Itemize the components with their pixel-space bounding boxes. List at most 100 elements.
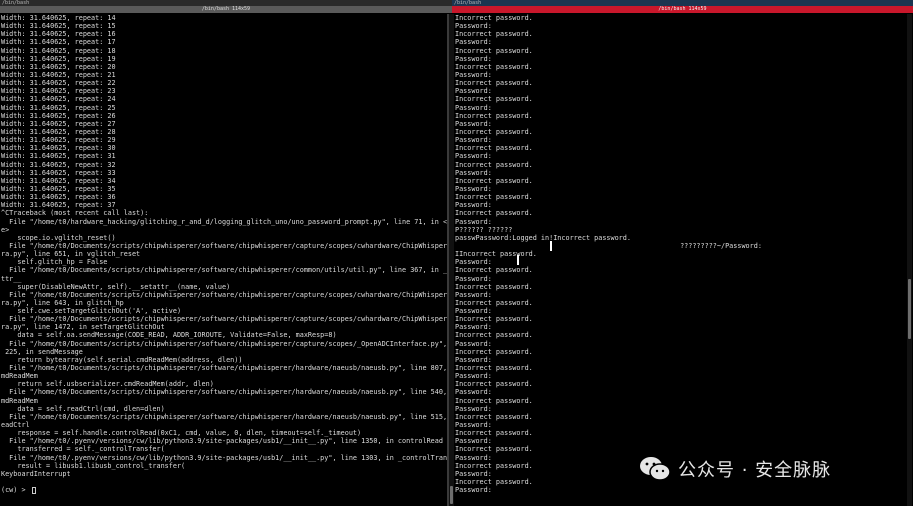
left-terminal-line: Width: 31.640625, repeat: 16 (1, 30, 116, 39)
right-terminal-line: Incorrect password. (455, 331, 533, 340)
left-terminal-line: Width: 31.640625, repeat: 26 (1, 111, 116, 120)
right-terminal-line: Password: (455, 136, 492, 145)
right-terminal-line: Incorrect password. (455, 193, 533, 202)
right-terminal-line: Incorrect password. (455, 111, 533, 120)
left-terminal-line: Width: 31.640625, repeat: 15 (1, 22, 116, 31)
right-terminal-line: Incorrect password. (455, 364, 533, 373)
left-terminal-line: Width: 31.640625, repeat: 17 (1, 38, 116, 47)
right-terminal-line: Password: (455, 323, 492, 332)
left-terminal-line: Width: 31.640625, repeat: 31 (1, 152, 116, 161)
left-terminal-line: Width: 31.640625, repeat: 33 (1, 168, 116, 177)
left-terminal-line: File "/home/t0/Documents/scripts/chipwhi… (1, 241, 447, 250)
right-terminal-line: Password: (455, 372, 492, 381)
left-terminal-line: return self.usbserializer.cmdReadMem(add… (1, 380, 214, 389)
left-terminal-line: Width: 31.640625, repeat: 20 (1, 62, 116, 71)
right-terminal-line: Password: (455, 274, 492, 283)
right-terminal-line: Incorrect password. (455, 429, 533, 438)
left-terminal-line: File "/home/t0/Documents/scripts/chipwhi… (1, 412, 447, 421)
right-terminal-line: Password: (455, 70, 492, 79)
right-terminal-line: Password: (455, 258, 492, 267)
watermark-text: 公众号 · 安全脉脉 (678, 460, 832, 481)
right-terminal-line: Password: (455, 38, 492, 47)
left-terminal-line: File "/home/t0/.pyenv/versions/cw/lib/py… (1, 437, 443, 446)
left-terminal-line: File "/home/t0/Documents/scripts/chipwhi… (1, 339, 447, 348)
right-terminal-line: Incorrect password. (455, 14, 533, 22)
right-terminal-line: Incorrect password. (455, 95, 533, 104)
right-terminal-line: Password: (455, 404, 492, 413)
left-terminal-line: super(DisableNewAttr, self).__setattr__(… (1, 282, 231, 291)
left-terminal-line: File "/home/t0/Documents/scripts/chipwhi… (1, 266, 447, 275)
right-terminal-line: Incorrect password. (455, 282, 533, 291)
left-terminal-line: eadCtrl (1, 421, 30, 430)
left-terminal-line: (cw) > (1, 486, 447, 494)
left-terminal-line: response = self.handle.controlRead(0xC1,… (1, 429, 362, 438)
right-terminal-line: P?????? ?????? (455, 225, 513, 234)
right-terminal-line: Password: (455, 307, 492, 316)
left-terminal-line: Width: 31.640625, repeat: 25 (1, 103, 116, 112)
right-terminal-line: IIncorrect password. (455, 250, 537, 259)
left-terminal-line (1, 478, 447, 486)
right-terminal-line: Password: (455, 437, 492, 446)
left-scrollbar[interactable] (449, 14, 454, 506)
mouse-ibeam-cursor-2 (517, 255, 519, 265)
right-terminal-line: Incorrect password. (455, 46, 533, 55)
right-terminal-line: passwPassword:Logged in!Incorrect passwo… (455, 233, 631, 242)
right-terminal-line: Incorrect password. (455, 445, 533, 454)
left-terminal-line: Width: 31.640625, repeat: 24 (1, 95, 116, 104)
right-pane-title: /bin/bash 114x59 (452, 6, 913, 13)
right-terminal-line: Password: (455, 217, 492, 226)
right-terminal-line: Password: (455, 119, 492, 128)
right-terminal-line: Password: (455, 339, 492, 348)
left-terminal-line: Width: 31.640625, repeat: 23 (1, 87, 116, 96)
right-terminal-line: Incorrect password. (455, 62, 533, 71)
right-terminal-line: Password: (455, 54, 492, 63)
right-terminal-line: Password: (455, 486, 492, 495)
right-terminal-line: Password: (455, 87, 492, 96)
right-terminal-line: Incorrect password. (455, 79, 533, 88)
watermark: 公众号 · 安全脉脉 (638, 455, 831, 483)
mouse-ibeam-cursor (550, 241, 552, 251)
right-terminal-line: Password: (455, 201, 492, 210)
left-terminal-line: Width: 31.640625, repeat: 21 (1, 70, 116, 79)
right-terminal-line: Incorrect password. (455, 315, 533, 324)
left-terminal-line: File "/home/t0/Documents/scripts/chipwhi… (1, 315, 447, 324)
right-terminal-line: Incorrect password. (455, 144, 533, 153)
left-terminal-line: ttr__ (1, 274, 22, 283)
left-terminal-line: KeyboardInterrupt (1, 469, 71, 478)
right-terminal-line: Incorrect password. (455, 127, 533, 136)
right-terminal-line: Password: (455, 421, 492, 430)
left-terminal-line: File "/home/t0/hardware_hacking/glitchin… (1, 217, 447, 226)
left-terminal-line: e> (1, 225, 10, 234)
right-terminal-line: Password: (455, 152, 492, 161)
right-terminal-output[interactable]: Incorrect password. Password: Incorrect pa… (455, 14, 907, 506)
right-terminal-line: Password: (455, 355, 492, 364)
left-terminal-line: Width: 31.640625, repeat: 18 (1, 46, 116, 55)
right-terminal-line: Incorrect password. (455, 412, 533, 421)
left-terminal-line: ^CTraceback (most recent call last): (1, 209, 149, 218)
left-terminal-line: ra.py", line 643, in glitch_hp (1, 298, 124, 307)
right-terminal-line: Password: (455, 388, 492, 397)
right-scrollbar[interactable] (907, 14, 912, 506)
left-terminal-line: Width: 31.640625, repeat: 28 (1, 127, 116, 136)
left-terminal-line: File "/home/t0/Documents/scripts/chipwhi… (1, 364, 447, 373)
left-terminal-line: data = self.readCtrl(cmd, dlen=dlen) (1, 404, 165, 413)
left-terminal-line: Width: 31.640625, repeat: 14 (1, 14, 116, 22)
left-terminal-line: Width: 31.640625, repeat: 29 (1, 136, 116, 145)
right-terminal-line: Incorrect password. (455, 396, 533, 405)
right-terminal-line: Incorrect password. (455, 160, 533, 169)
left-terminal-line: Width: 31.640625, repeat: 35 (1, 184, 116, 193)
left-terminal-line: Width: 31.640625, repeat: 32 (1, 160, 116, 169)
left-terminal-output[interactable]: Width: 31.640625, repeat: 14 Width: 31.64… (0, 14, 447, 506)
left-terminal-line: 225, in sendMessage (1, 347, 83, 356)
left-terminal-line: Width: 31.640625, repeat: 34 (1, 176, 116, 185)
left-terminal-line: Width: 31.640625, repeat: 37 (1, 201, 116, 210)
left-terminal-line: scope.io.vglitch_reset() (1, 233, 116, 242)
right-terminal-line: Incorrect password. (455, 380, 533, 389)
left-terminal-line: File "/home/t0/Documents/scripts/chipwhi… (1, 388, 447, 397)
left-terminal-line: self.cwe.setTargetGlitchOut('A', active) (1, 307, 182, 316)
right-terminal-line: Incorrect password. (455, 209, 533, 218)
right-terminal-line: Password: (455, 184, 492, 193)
right-terminal-line: Password: (455, 168, 492, 177)
right-scrollbar-thumb[interactable] (908, 279, 911, 339)
left-scrollbar-thumb[interactable] (450, 486, 453, 504)
